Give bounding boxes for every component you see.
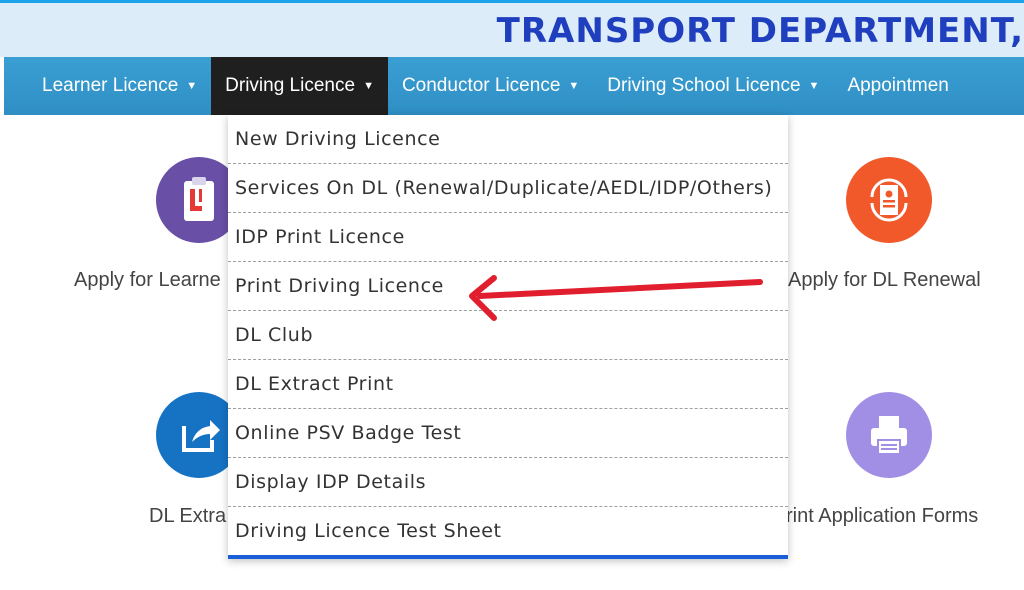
menu-item-online-psv-badge-test[interactable]: Online PSV Badge Test	[228, 409, 788, 458]
card-label: rint Application Forms	[786, 505, 979, 527]
nav-label: Driving School Licence	[607, 75, 801, 96]
menu-item-idp-print-licence[interactable]: IDP Print Licence	[228, 213, 788, 262]
menu-item-dl-club[interactable]: DL Club	[228, 311, 788, 360]
driving-licence-dropdown: New Driving Licence Services On DL (Rene…	[228, 115, 788, 559]
card-label: Apply for DL Renewal	[788, 269, 981, 291]
nav-learner-licence[interactable]: Learner Licence ▼	[4, 57, 211, 115]
nav-appointment[interactable]: Appointmen	[833, 57, 962, 115]
menu-item-driving-licence-test-sheet[interactable]: Driving Licence Test Sheet	[228, 507, 788, 555]
menu-item-print-driving-licence[interactable]: Print Driving Licence	[228, 262, 788, 311]
caret-down-icon: ▼	[568, 80, 580, 92]
nav-label: Appointmen	[847, 75, 949, 96]
caret-down-icon: ▼	[808, 80, 820, 92]
nav-conductor-licence[interactable]: Conductor Licence ▼	[388, 57, 593, 115]
printer-icon	[846, 392, 932, 478]
nav-label: Driving Licence	[225, 75, 356, 96]
nav-driving-licence[interactable]: Driving Licence ▼	[211, 57, 388, 115]
main-navbar: Learner Licence ▼ Driving Licence ▼ Cond…	[4, 57, 1024, 115]
card-label: DL Extra	[149, 505, 227, 527]
nav-label: Conductor Licence	[401, 75, 561, 96]
nav-driving-school-licence[interactable]: Driving School Licence ▼	[593, 57, 833, 115]
menu-item-new-driving-licence[interactable]: New Driving Licence	[228, 115, 788, 164]
card-label: Apply for Learne	[74, 269, 221, 291]
menu-item-display-idp-details[interactable]: Display IDP Details	[228, 458, 788, 507]
page-title: TRANSPORT DEPARTMENT,	[496, 11, 1024, 51]
caret-down-icon: ▼	[363, 80, 374, 92]
caret-down-icon: ▼	[186, 80, 198, 92]
menu-item-services-on-dl[interactable]: Services On DL (Renewal/Duplicate/AEDL/I…	[228, 164, 788, 213]
header: TRANSPORT DEPARTMENT,	[0, 3, 1024, 57]
menu-item-dl-extract-print[interactable]: DL Extract Print	[228, 360, 788, 409]
nav-label: Learner Licence	[42, 75, 179, 96]
renewal-document-icon	[846, 157, 932, 243]
